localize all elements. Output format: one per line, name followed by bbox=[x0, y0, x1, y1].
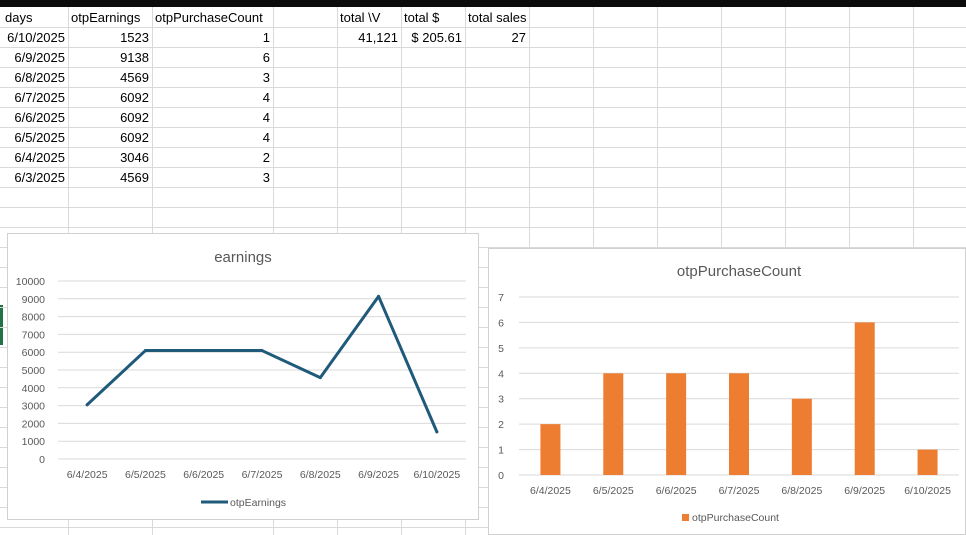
y-tick-label: 9000 bbox=[22, 294, 46, 306]
chart-title: otpPurchaseCount bbox=[677, 263, 802, 280]
x-tick-label: 6/4/2025 bbox=[67, 469, 108, 481]
header-cell-days[interactable]: days bbox=[2, 7, 68, 27]
y-tick-label: 7000 bbox=[22, 329, 46, 341]
column-header-strip[interactable] bbox=[0, 0, 966, 7]
cell-count[interactable]: 4 bbox=[152, 87, 273, 107]
cell-count[interactable]: 3 bbox=[152, 167, 273, 187]
y-tick-label: 6000 bbox=[22, 347, 46, 359]
data-point bbox=[143, 349, 147, 353]
y-tick-label: 2 bbox=[498, 419, 504, 431]
header-cell-total-v[interactable]: total \V bbox=[337, 7, 401, 27]
data-point bbox=[85, 403, 89, 407]
earnings-line-chart[interactable]: earnings 0 1000 2000 3000 4000 5000 6000 7000 80… bbox=[7, 233, 479, 520]
y-tick-label: 3 bbox=[498, 394, 504, 406]
x-tick-label: 6/5/2025 bbox=[125, 469, 166, 481]
header-cell-total-sales[interactable]: total sales bbox=[465, 7, 535, 27]
y-tick-label: 10000 bbox=[16, 276, 45, 288]
bar bbox=[729, 373, 749, 475]
bar bbox=[854, 322, 875, 475]
purchase-count-chart-svg: otpPurchaseCount 0 1 2 3 4 5 6 7 6/4/2025 6/5/20… bbox=[498, 263, 959, 524]
cell-earnings[interactable]: 3046 bbox=[68, 147, 152, 167]
data-point bbox=[377, 294, 381, 298]
cell-count[interactable]: 3 bbox=[152, 67, 273, 87]
cell-count[interactable]: 6 bbox=[152, 47, 273, 67]
x-tick-label: 6/9/2025 bbox=[844, 485, 885, 497]
cell-total-dollar[interactable]: $ 205.61 bbox=[401, 27, 465, 47]
row-selection-marker bbox=[0, 305, 3, 345]
y-tick-label: 6 bbox=[498, 317, 504, 329]
bar bbox=[540, 424, 561, 475]
x-tick-label: 6/6/2025 bbox=[656, 485, 697, 497]
cell-day[interactable]: 6/9/2025 bbox=[0, 47, 68, 67]
y-tick-label: 7 bbox=[498, 292, 504, 304]
row-divider bbox=[0, 227, 966, 228]
cell-count[interactable]: 1 bbox=[152, 27, 273, 47]
cell-total-sales[interactable]: 27 bbox=[465, 27, 529, 47]
header-cell-otp-earnings[interactable]: otpEarnings bbox=[68, 7, 152, 27]
y-tick-label: 4000 bbox=[22, 383, 46, 395]
legend-label: otpEarnings bbox=[230, 497, 286, 509]
row-divider bbox=[0, 207, 966, 208]
chart-title: earnings bbox=[214, 249, 272, 266]
cell-count[interactable]: 4 bbox=[152, 107, 273, 127]
cell-earnings[interactable]: 4569 bbox=[68, 167, 152, 187]
legend-square-swatch bbox=[682, 514, 689, 521]
y-tick-label: 5000 bbox=[22, 365, 46, 377]
data-point bbox=[435, 430, 439, 434]
bar bbox=[603, 373, 624, 475]
x-tick-label: 6/7/2025 bbox=[719, 485, 760, 497]
x-tick-label: 6/10/2025 bbox=[904, 485, 951, 497]
y-tick-label: 2000 bbox=[22, 418, 46, 430]
x-tick-label: 6/6/2025 bbox=[183, 469, 224, 481]
x-tick-label: 6/9/2025 bbox=[358, 469, 399, 481]
data-point bbox=[202, 349, 206, 353]
cell-count[interactable]: 2 bbox=[152, 147, 273, 167]
cell-earnings[interactable]: 9138 bbox=[68, 47, 152, 67]
x-tick-label: 6/7/2025 bbox=[242, 469, 283, 481]
legend-label: otpPurchaseCount bbox=[692, 512, 779, 524]
cell-day[interactable]: 6/3/2025 bbox=[0, 167, 68, 187]
cell-earnings[interactable]: 1523 bbox=[68, 27, 152, 47]
cell-day[interactable]: 6/7/2025 bbox=[0, 87, 68, 107]
cell-earnings[interactable]: 6092 bbox=[68, 127, 152, 147]
purchase-count-bar-chart[interactable]: otpPurchaseCount 0 1 2 3 4 5 6 7 6/4/2025 6/5/20… bbox=[488, 248, 966, 535]
y-tick-label: 4 bbox=[498, 368, 504, 380]
cell-total-v[interactable]: 41,121 bbox=[337, 27, 401, 47]
earnings-chart-svg: earnings 0 1000 2000 3000 4000 5000 6000 7000 80… bbox=[16, 249, 466, 509]
bar bbox=[917, 449, 938, 475]
x-tick-label: 6/4/2025 bbox=[530, 485, 571, 497]
cell-earnings[interactable]: 6092 bbox=[68, 107, 152, 127]
row-divider bbox=[0, 187, 966, 188]
y-tick-label: 8000 bbox=[22, 312, 46, 324]
cell-day[interactable]: 6/5/2025 bbox=[0, 127, 68, 147]
cell-day[interactable]: 6/4/2025 bbox=[0, 147, 68, 167]
spreadsheet-grid[interactable]: days otpEarnings otpPurchaseCount total … bbox=[0, 0, 966, 535]
x-tick-label: 6/8/2025 bbox=[300, 469, 341, 481]
y-tick-label: 0 bbox=[498, 470, 504, 482]
header-cell-otp-purchase-count[interactable]: otpPurchaseCount bbox=[152, 7, 273, 27]
cell-count[interactable]: 4 bbox=[152, 127, 273, 147]
data-point bbox=[318, 376, 322, 380]
cell-earnings[interactable]: 6092 bbox=[68, 87, 152, 107]
y-tick-label: 5 bbox=[498, 343, 504, 355]
x-tick-label: 6/5/2025 bbox=[593, 485, 634, 497]
bar bbox=[666, 373, 687, 475]
data-point bbox=[260, 349, 264, 353]
cell-day[interactable]: 6/8/2025 bbox=[0, 67, 68, 87]
cell-earnings[interactable]: 4569 bbox=[68, 67, 152, 87]
cell-day[interactable]: 6/10/2025 bbox=[0, 27, 68, 47]
y-tick-label: 1000 bbox=[22, 436, 46, 448]
y-tick-label: 0 bbox=[39, 454, 45, 466]
y-tick-label: 3000 bbox=[22, 401, 46, 413]
cell-day[interactable]: 6/6/2025 bbox=[0, 107, 68, 127]
y-tick-label: 1 bbox=[498, 445, 504, 457]
x-tick-label: 6/10/2025 bbox=[413, 469, 460, 481]
x-tick-label: 6/8/2025 bbox=[781, 485, 822, 497]
bar bbox=[791, 398, 812, 475]
header-cell-total-dollar[interactable]: total $ bbox=[401, 7, 465, 27]
